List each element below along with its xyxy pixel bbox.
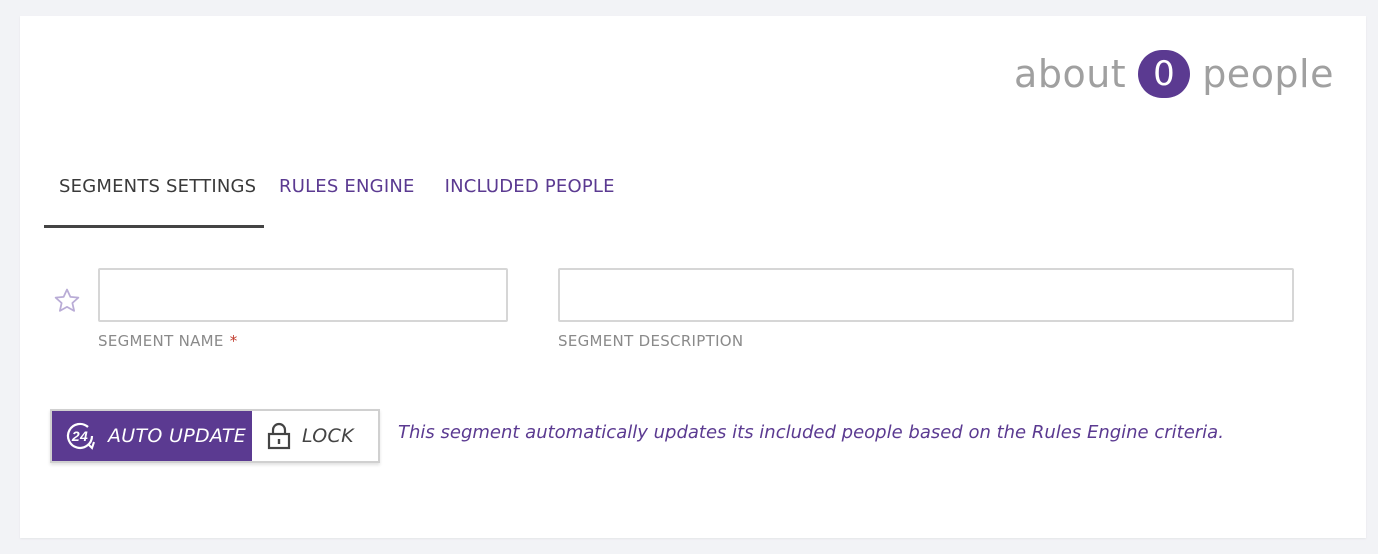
tab-rules-engine[interactable]: RULES ENGINE <box>264 176 430 225</box>
count-badge: 0 <box>1138 50 1191 98</box>
svg-text:24: 24 <box>71 428 88 444</box>
star-outline-icon[interactable] <box>52 286 82 316</box>
update-mode-hint: This segment automatically updates its i… <box>398 422 1224 443</box>
auto-update-button[interactable]: 24 AUTO UPDATE <box>52 411 252 461</box>
segment-name-input[interactable] <box>98 268 508 322</box>
count-suffix: people <box>1202 52 1334 96</box>
segment-card: about 0 people SEGMENTS SETTINGS RULES E… <box>20 16 1366 538</box>
tab-segments-settings[interactable]: SEGMENTS SETTINGS <box>44 176 264 228</box>
segment-name-field: SEGMENT NAME * <box>98 268 508 350</box>
24-hour-refresh-icon: 24 <box>66 422 95 450</box>
update-mode-toggle: 24 AUTO UPDATE LOCK <box>50 409 380 463</box>
tab-included-people[interactable]: INCLUDED PEOPLE <box>430 176 630 225</box>
people-count: about 0 people <box>1014 50 1334 98</box>
segment-description-label: SEGMENT DESCRIPTION <box>558 332 744 350</box>
padlock-icon <box>267 422 291 450</box>
lock-label: LOCK <box>302 425 354 447</box>
auto-update-label: AUTO UPDATE <box>108 425 247 447</box>
segment-name-label: SEGMENT NAME * <box>98 332 238 350</box>
required-marker: * <box>229 332 238 350</box>
tab-bar: SEGMENTS SETTINGS RULES ENGINE INCLUDED … <box>44 176 630 228</box>
count-prefix: about <box>1014 52 1127 96</box>
segment-description-input[interactable] <box>558 268 1294 322</box>
segment-description-field: SEGMENT DESCRIPTION <box>558 268 1294 350</box>
lock-button[interactable]: LOCK <box>252 411 378 461</box>
